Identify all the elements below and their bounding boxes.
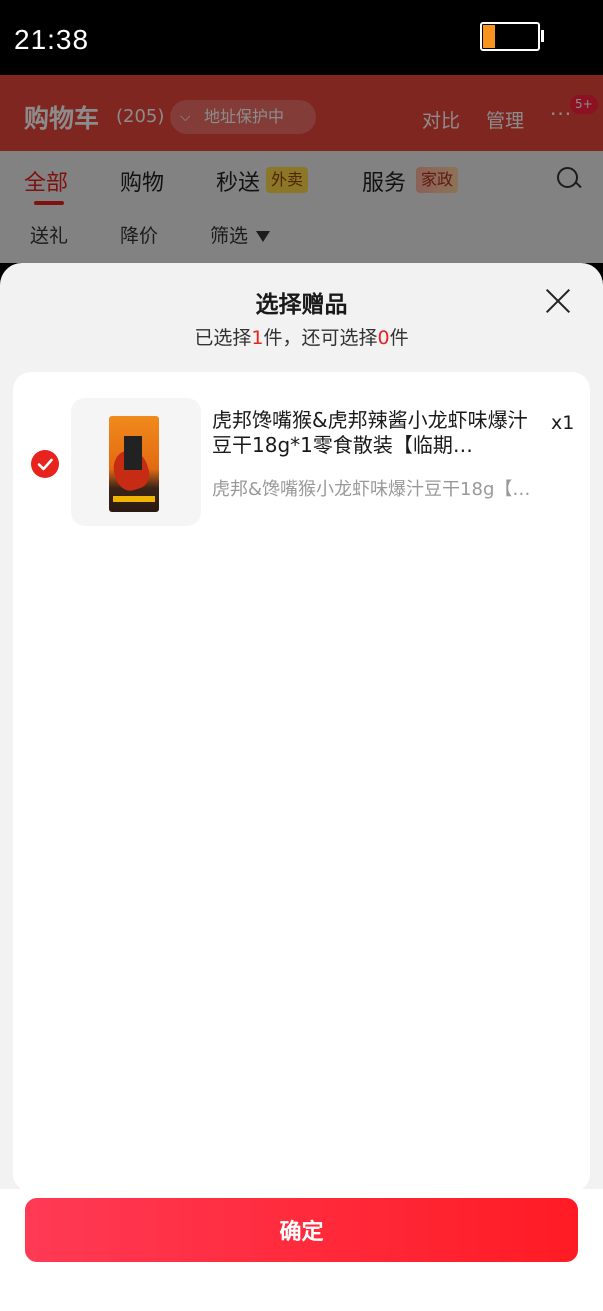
selection-summary: 已选择1件，还可选择0件 xyxy=(0,323,603,350)
gift-item-name: 虎邦馋嘴猴&虎邦辣酱小龙虾味爆汁豆干18g*1零食散装【临期… xyxy=(212,408,528,457)
summary-mid: 件，还可选择 xyxy=(263,327,378,349)
gift-item-spec: 虎邦&馋嘴猴小龙虾味爆汁豆干18g【… xyxy=(212,479,531,500)
gift-item-quantity: x1 xyxy=(551,412,575,434)
summary-prefix: 已选择 xyxy=(194,327,252,349)
sheet-title: 选择赠品 xyxy=(255,292,348,318)
package-label xyxy=(124,436,142,470)
product-image[interactable] xyxy=(71,398,201,526)
gift-list: 虎邦馋嘴猴&虎邦辣酱小龙虾味爆汁豆干18g*1零食散装【临期… x1 虎邦&馋嘴… xyxy=(13,372,590,1192)
summary-suffix: 件 xyxy=(389,327,409,349)
confirm-button[interactable]: 确定 xyxy=(25,1198,578,1262)
selected-count: 1 xyxy=(251,327,264,349)
status-time: 21:38 xyxy=(14,24,90,55)
gift-selection-sheet: 选择赠品 已选择1件，还可选择0件 虎邦馋嘴猴&虎邦辣酱小龙虾味爆汁豆干18g*… xyxy=(0,263,603,1311)
product-package xyxy=(108,416,159,512)
remaining-count: 0 xyxy=(377,327,390,349)
package-strip xyxy=(113,496,155,502)
close-icon[interactable] xyxy=(544,287,572,315)
checkbox-checked-icon[interactable] xyxy=(31,450,59,478)
battery-icon xyxy=(480,22,540,51)
battery-tip xyxy=(541,30,544,42)
modal-overlay[interactable] xyxy=(0,75,603,263)
status-bar: 21:38 xyxy=(0,0,603,75)
